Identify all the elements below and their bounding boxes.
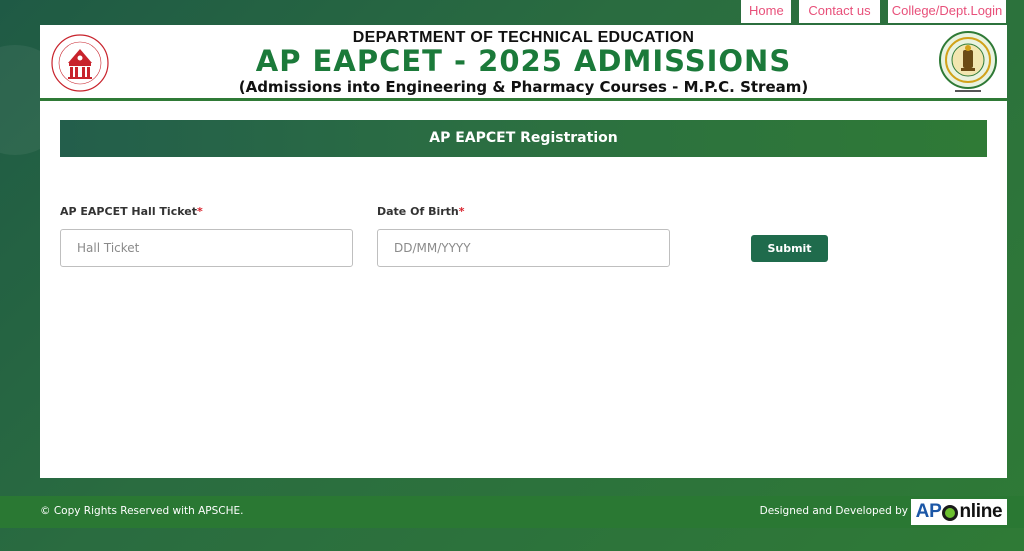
page-subtitle: (Admissions into Engineering & Pharmacy … xyxy=(238,78,809,96)
aponline-o-icon xyxy=(942,505,959,521)
hall-ticket-input[interactable] xyxy=(60,229,353,267)
page-header: DEPARTMENT OF TECHNICAL EDUCATION AP EAP… xyxy=(40,25,1007,101)
nav-login-link[interactable]: College/Dept.Login xyxy=(888,0,1006,23)
dob-input[interactable] xyxy=(377,229,670,267)
dob-label: Date Of Birth* xyxy=(377,205,465,218)
submit-button[interactable]: Submit xyxy=(751,235,828,262)
nav-home-link[interactable]: Home xyxy=(741,0,791,23)
registration-panel: AP EAPCET Registration AP EAPCET Hall Ti… xyxy=(40,101,1007,478)
aponline-logo[interactable]: AP nline xyxy=(911,499,1007,525)
aponline-logo-rest: nline xyxy=(959,501,1003,522)
page-title: AP EAPCET - 2025 ADMISSIONS xyxy=(255,44,792,78)
form-title-bar: AP EAPCET Registration xyxy=(60,120,987,157)
top-navigation: Home Contact us College/Dept.Login xyxy=(741,0,1006,23)
dob-label-text: Date Of Birth xyxy=(377,205,459,218)
required-marker: * xyxy=(196,205,203,218)
hall-ticket-label-text: AP EAPCET Hall Ticket xyxy=(60,205,197,218)
hall-ticket-label: AP EAPCET Hall Ticket* xyxy=(60,205,203,218)
designed-by-text: Designed and Developed by xyxy=(759,505,908,517)
ap-state-emblem-icon xyxy=(937,30,999,96)
required-marker: * xyxy=(458,205,465,218)
aponline-logo-ap: AP xyxy=(915,501,942,522)
page-footer: © Copy Rights Reserved with APSCHE. Desi… xyxy=(0,496,1024,528)
copyright-text: © Copy Rights Reserved with APSCHE. xyxy=(40,505,244,517)
nav-contact-link[interactable]: Contact us xyxy=(799,0,880,23)
